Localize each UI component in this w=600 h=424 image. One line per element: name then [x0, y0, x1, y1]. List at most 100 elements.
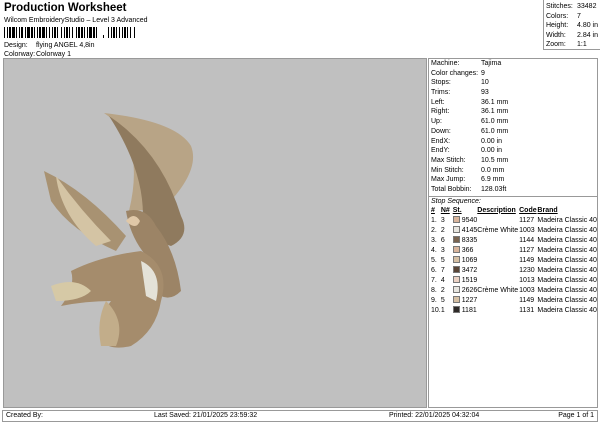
info-row: Right: 36.1 mm: [429, 107, 597, 117]
info-label: Up:: [431, 118, 442, 126]
info-value: 61.0 mm: [481, 118, 509, 126]
info-row: Machine: Tajima: [429, 59, 597, 69]
stat-label: Colors:: [546, 12, 569, 20]
color-swatch: [452, 305, 460, 313]
stat-value: 2.84 in: [576, 31, 599, 39]
stat-value: 7: [577, 12, 581, 20]
brand: Madeira Classic 40: [537, 226, 597, 234]
thread-code: 1003: [519, 286, 535, 294]
table-row: 9. 5 1227 1149 Madeira Classic 40: [431, 295, 597, 306]
stop-number: 3.: [431, 236, 437, 244]
thread-code: 1149: [519, 256, 535, 264]
brand: Madeira Classic 40: [537, 216, 597, 224]
description: [477, 216, 519, 226]
info-label: EndY:: [431, 147, 450, 155]
barcode: [4, 27, 144, 38]
stat-row: Height: 4.80 in: [546, 21, 598, 31]
colorway-name: Colorway 1: [36, 51, 72, 58]
stitch-code: 3472: [461, 266, 478, 274]
info-row: Color changes: 9: [429, 69, 597, 79]
info-label: Min Stitch:: [431, 166, 464, 174]
info-label: Max Jump:: [431, 176, 466, 184]
info-value: 128.03ft: [481, 185, 507, 193]
brand: Madeira Classic 40: [537, 306, 597, 314]
description: [477, 236, 519, 246]
color-number: 3: [440, 246, 445, 254]
machine-info: Machine: Tajima Color changes: 9 Stops: 10 Tri…: [429, 59, 597, 195]
page-title: Production Worksheet: [4, 2, 127, 14]
info-value: 36.1 mm: [481, 108, 509, 116]
description: [477, 276, 519, 286]
stat-row: Zoom: 1:1: [546, 40, 598, 50]
color-number: 6: [440, 236, 445, 244]
stop-number: 2.: [431, 226, 437, 234]
stop-number: 10.: [431, 306, 441, 314]
info-label: Total Bobbin:: [431, 185, 472, 193]
stitch-code: 1519: [461, 276, 478, 284]
stat-label: Stitches:: [546, 3, 573, 10]
description: [477, 306, 519, 316]
column-header: Code: [519, 206, 537, 214]
info-label: Machine:: [431, 60, 460, 67]
color-swatch: [452, 215, 460, 223]
design-preview: [3, 58, 427, 408]
stats-box: Stitches: 33482 Colors: 7 Height: 4.80 in Widt…: [543, 0, 600, 50]
thread-code: 1131: [519, 306, 535, 314]
info-value: 0.00 in: [481, 147, 503, 155]
info-label: Max Stitch:: [431, 156, 466, 164]
info-label: Color changes:: [431, 69, 479, 77]
table-row: 2. 2 4145 Crème White 1003 Madeira Classic 40: [431, 225, 597, 236]
color-number: 5: [440, 296, 445, 304]
info-value: Tajima: [481, 60, 502, 67]
color-number: 2: [440, 286, 445, 294]
table-row: 10. 1 1181 1131 Madeira Classic 40: [431, 305, 597, 316]
created-by: Created By:: [6, 412, 43, 419]
info-label: Right:: [431, 108, 450, 116]
thread-code: 1127: [519, 246, 535, 254]
stop-number: 1.: [431, 216, 437, 224]
stat-row: Width: 2.84 in: [546, 31, 598, 41]
colorway-label: Colorway:: [4, 51, 36, 58]
color-swatch: [452, 255, 460, 263]
info-value: 0.00 in: [481, 137, 503, 145]
color-swatch: [452, 285, 460, 293]
design-name: flying ANGEL 4,8in: [36, 42, 95, 49]
table-row: 3. 6 8335 1144 Madeira Classic 40: [431, 235, 597, 246]
info-value: 10: [481, 79, 489, 87]
stat-label: Height:: [546, 22, 569, 29]
table-row: 4. 3 366 1127 Madeira Classic 40: [431, 245, 597, 256]
description: [477, 266, 519, 276]
table-row: 7. 4 1519 1013 Madeira Classic 40: [431, 275, 597, 286]
stat-label: Width:: [546, 31, 566, 39]
embroidery-angel-image: [44, 113, 194, 348]
column-header: #: [431, 206, 435, 214]
info-value: 10.5 mm: [481, 156, 509, 164]
description: [477, 246, 519, 256]
stat-row: Stitches: 33482: [546, 2, 598, 12]
color-swatch: [452, 265, 460, 273]
info-label: Down:: [431, 127, 451, 135]
brand: Madeira Classic 40: [537, 236, 597, 244]
info-value: 93: [481, 89, 489, 97]
stop-sequence-table: # N# St. Description Code Brand 1. 3 9540 1127 Ma…: [431, 206, 597, 316]
column-header: N#: [440, 206, 450, 214]
page-number: Page 1 of 1: [558, 412, 594, 419]
color-number: 7: [440, 266, 445, 274]
thread-code: 1013: [519, 276, 535, 284]
description: [477, 296, 519, 306]
color-swatch: [452, 225, 460, 233]
table-row: 6. 7 3472 1230 Madeira Classic 40: [431, 265, 597, 276]
info-row: Up: 61.0 mm: [429, 117, 597, 127]
stop-number: 5.: [431, 256, 437, 264]
info-panel: Machine: Tajima Color changes: 9 Stops: 10 Tri…: [428, 58, 598, 408]
color-swatch: [452, 275, 460, 283]
description: Crème White: [477, 286, 519, 294]
thread-code: 1003: [519, 226, 535, 234]
stitch-code: 2626: [461, 286, 478, 294]
info-row: Min Stitch: 0.0 mm: [429, 166, 597, 176]
brand: Madeira Classic 40: [537, 276, 597, 284]
color-number: 5: [440, 256, 445, 264]
design-label: Design:: [4, 42, 28, 49]
column-header: St.: [452, 206, 462, 214]
description: [477, 256, 519, 266]
